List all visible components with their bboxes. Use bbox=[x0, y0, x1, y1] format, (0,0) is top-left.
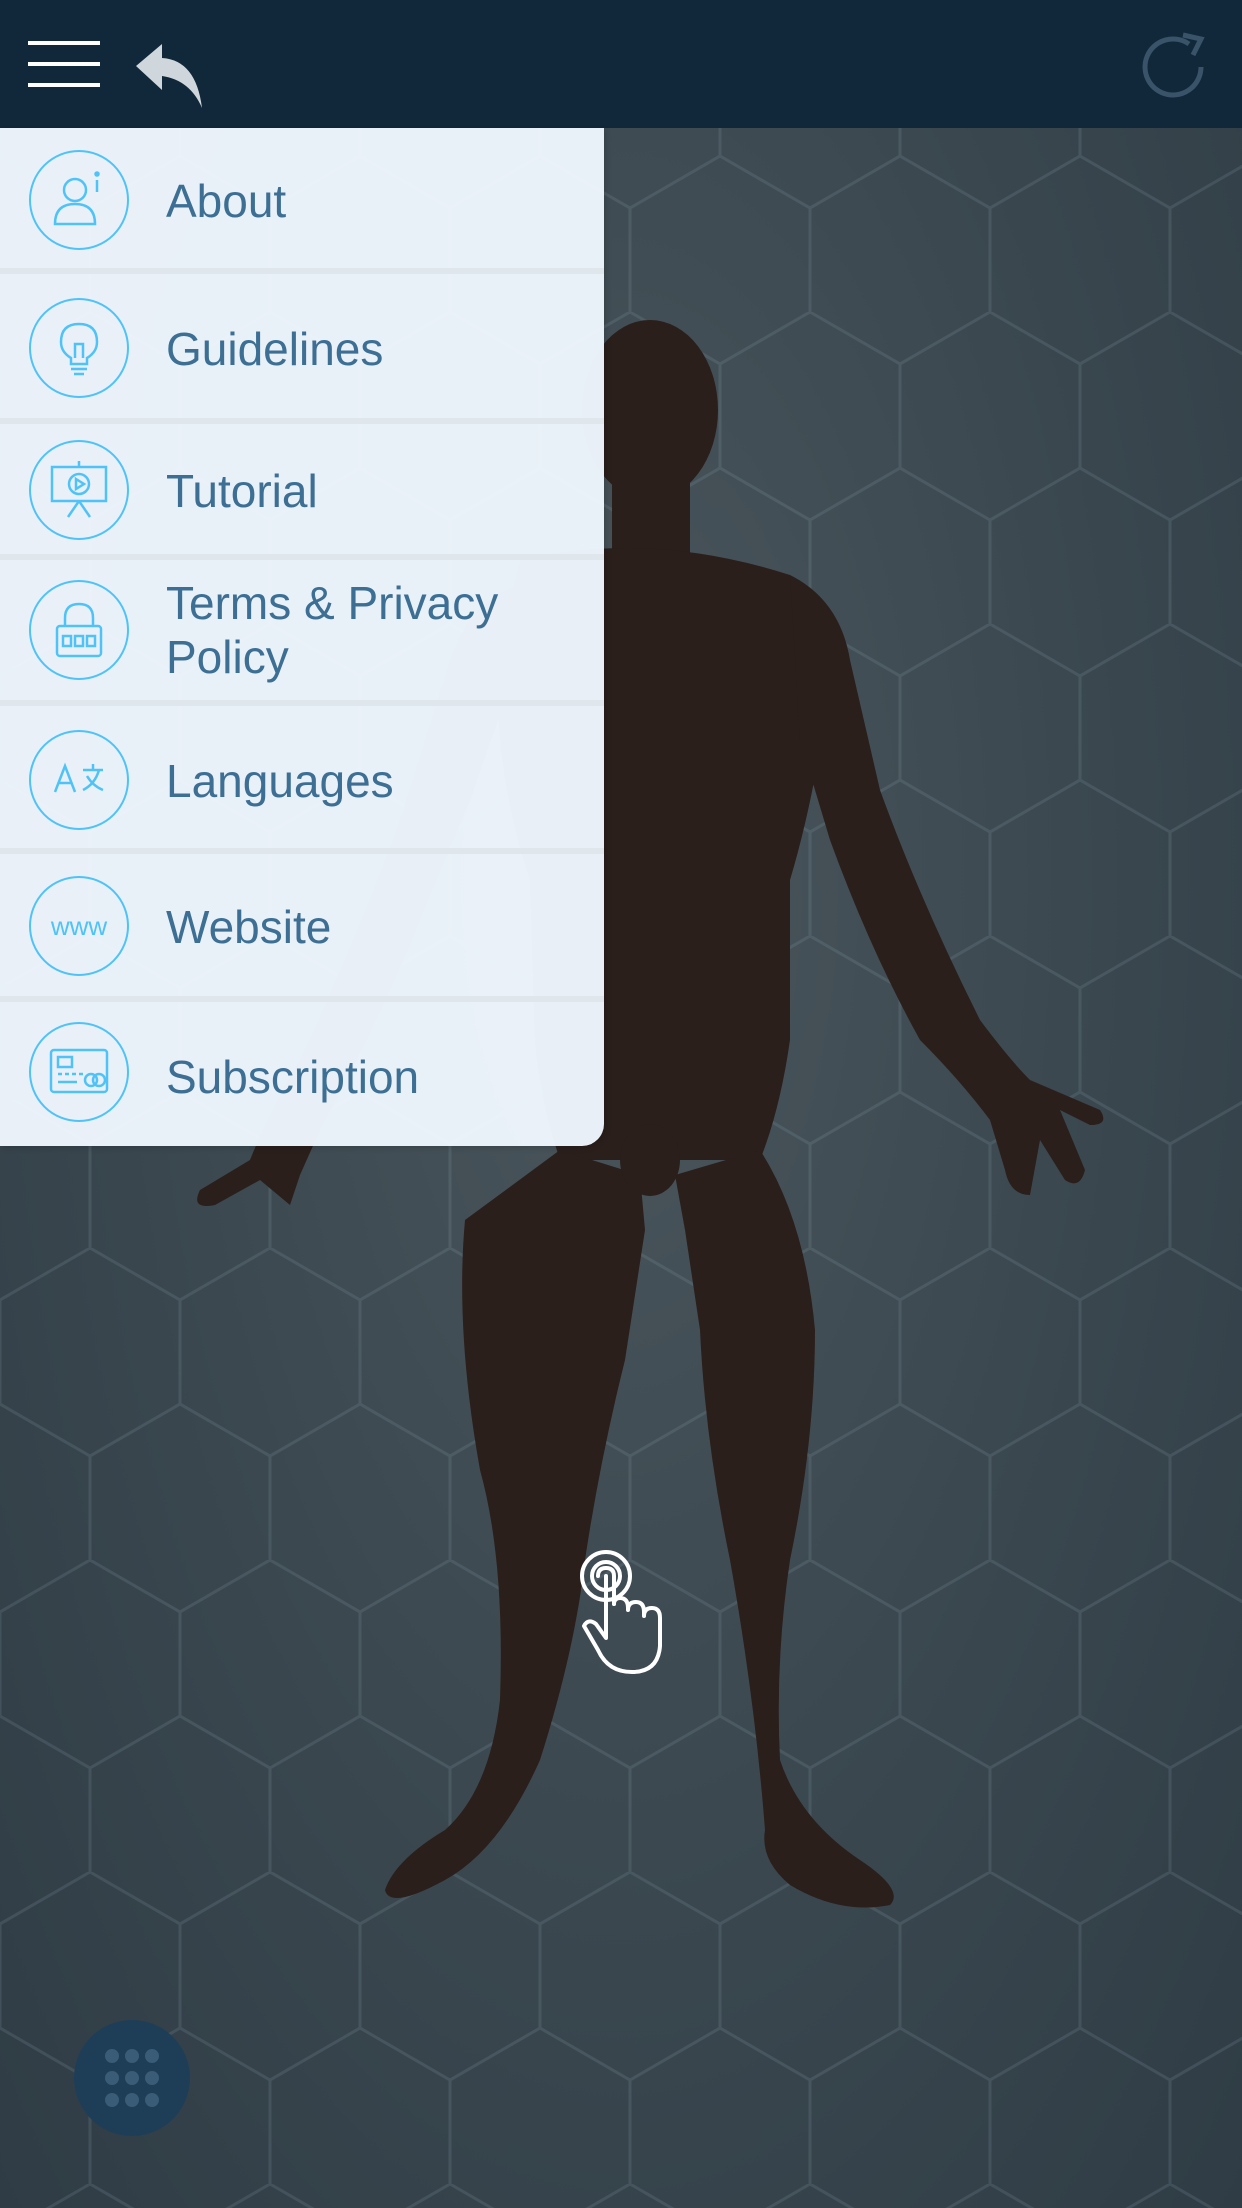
menu-item-label: Subscription bbox=[166, 1051, 420, 1103]
menu-item-label: Tutorial bbox=[166, 465, 318, 517]
menu-item-label: Guidelines bbox=[166, 323, 384, 375]
back-button[interactable] bbox=[128, 36, 210, 114]
side-drawer-menu: About Guidelines Tutorial Terms & Privac… bbox=[0, 128, 604, 1146]
menu-item-label: About bbox=[166, 175, 287, 227]
refresh-button[interactable] bbox=[1134, 26, 1216, 108]
menu-button[interactable] bbox=[26, 34, 102, 94]
menu-item-website[interactable]: www Website bbox=[0, 854, 604, 1002]
presentation-play-icon bbox=[29, 440, 129, 540]
tap-hand-icon bbox=[580, 1550, 662, 1674]
menu-item-label: Languages bbox=[166, 755, 394, 807]
top-bar bbox=[0, 0, 1242, 128]
hamburger-icon bbox=[28, 41, 100, 87]
menu-item-label: Website bbox=[166, 901, 332, 953]
menu-item-languages[interactable]: Languages bbox=[0, 706, 604, 854]
dot-grid-icon bbox=[105, 2049, 159, 2107]
menu-item-about[interactable]: About bbox=[0, 128, 604, 274]
undo-arrow-icon bbox=[136, 44, 202, 108]
user-info-icon bbox=[29, 150, 129, 250]
menu-item-tutorial[interactable]: Tutorial bbox=[0, 424, 604, 560]
refresh-icon bbox=[1142, 32, 1205, 98]
menu-item-label: Terms & Privacy Policy bbox=[166, 577, 499, 683]
www-icon: www bbox=[29, 876, 129, 976]
credit-card-icon bbox=[29, 1022, 129, 1122]
grid-menu-button[interactable] bbox=[74, 2020, 190, 2136]
translate-icon bbox=[29, 730, 129, 830]
menu-item-terms-privacy[interactable]: Terms & Privacy Policy bbox=[0, 560, 604, 706]
menu-item-guidelines[interactable]: Guidelines bbox=[0, 274, 604, 424]
lock-icon bbox=[29, 580, 129, 680]
menu-item-subscription[interactable]: Subscription bbox=[0, 1002, 604, 1146]
lightbulb-icon bbox=[29, 298, 129, 398]
